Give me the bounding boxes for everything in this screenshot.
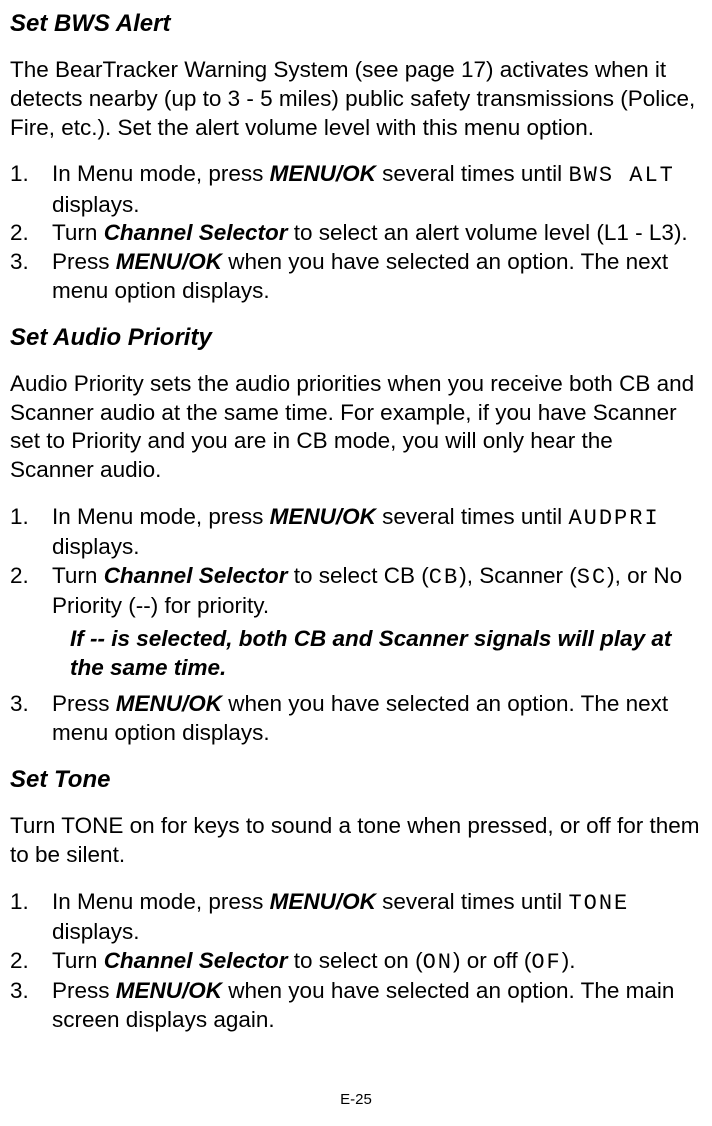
text: Press xyxy=(52,691,116,716)
step-item: 2. Turn Channel Selector to select CB (C… xyxy=(10,562,702,621)
text: to select on ( xyxy=(288,948,423,973)
steps-set-tone: 1. In Menu mode, press MENU/OK several t… xyxy=(10,888,702,1035)
step-item: 1. In Menu mode, press MENU/OK several t… xyxy=(10,503,702,562)
text: several times until xyxy=(376,504,569,529)
text: several times until xyxy=(376,889,569,914)
step-number: 3. xyxy=(10,690,52,748)
step-body: Press MENU/OK when you have selected an … xyxy=(52,690,702,748)
step-body: Turn Channel Selector to select on (ON) … xyxy=(52,947,702,977)
text: In Menu mode, press xyxy=(52,161,270,186)
step-item: 3. Press MENU/OK when you have selected … xyxy=(10,977,702,1035)
heading-set-tone: Set Tone xyxy=(10,766,702,794)
intro-bws-alert: The BearTracker Warning System (see page… xyxy=(10,56,702,142)
step-number: 1. xyxy=(10,160,52,219)
menu-ok-label: MENU/OK xyxy=(116,249,222,274)
menu-ok-label: MENU/OK xyxy=(116,978,222,1003)
menu-ok-label: MENU/OK xyxy=(270,889,376,914)
text: In Menu mode, press xyxy=(52,889,270,914)
lcd-text: BWS ALT xyxy=(568,163,674,188)
channel-selector-label: Channel Selector xyxy=(104,220,288,245)
step-item: 2. Turn Channel Selector to select on (O… xyxy=(10,947,702,977)
note-audio-priority: If -- is selected, both CB and Scanner s… xyxy=(70,625,702,683)
step-item: 3. Press MENU/OK when you have selected … xyxy=(10,690,702,748)
step-number: 2. xyxy=(10,947,52,977)
step-item: 1. In Menu mode, press MENU/OK several t… xyxy=(10,160,702,219)
page: Set BWS Alert The BearTracker Warning Sy… xyxy=(0,0,712,1126)
step-number: 1. xyxy=(10,503,52,562)
step-body: In Menu mode, press MENU/OK several time… xyxy=(52,503,702,562)
text: several times until xyxy=(376,161,569,186)
lcd-text: OF xyxy=(531,950,561,975)
step-number: 1. xyxy=(10,888,52,947)
step-item: 3. Press MENU/OK when you have selected … xyxy=(10,248,702,306)
text: Press xyxy=(52,249,116,274)
channel-selector-label: Channel Selector xyxy=(104,948,288,973)
text: displays. xyxy=(52,919,140,944)
text: Turn xyxy=(52,563,104,588)
lcd-text: CB xyxy=(429,565,459,590)
step-body: Press MENU/OK when you have selected an … xyxy=(52,977,702,1035)
step-body: In Menu mode, press MENU/OK several time… xyxy=(52,888,702,947)
text: Turn xyxy=(52,220,104,245)
text: displays. xyxy=(52,534,140,559)
step-item: 2. Turn Channel Selector to select an al… xyxy=(10,219,702,248)
intro-set-tone: Turn TONE on for keys to sound a tone wh… xyxy=(10,812,702,870)
steps-audio-priority-cont: 3. Press MENU/OK when you have selected … xyxy=(10,690,702,748)
step-body: Press MENU/OK when you have selected an … xyxy=(52,248,702,306)
step-body: Turn Channel Selector to select an alert… xyxy=(52,219,702,248)
steps-bws-alert: 1. In Menu mode, press MENU/OK several t… xyxy=(10,160,702,305)
text: displays. xyxy=(52,192,140,217)
page-number: E-25 xyxy=(0,1091,712,1108)
heading-bws-alert: Set BWS Alert xyxy=(10,10,702,38)
step-number: 2. xyxy=(10,219,52,248)
step-body: In Menu mode, press MENU/OK several time… xyxy=(52,160,702,219)
channel-selector-label: Channel Selector xyxy=(104,563,288,588)
text: Turn xyxy=(52,948,104,973)
step-number: 2. xyxy=(10,562,52,621)
text: ), Scanner ( xyxy=(459,563,577,588)
step-item: 1. In Menu mode, press MENU/OK several t… xyxy=(10,888,702,947)
step-number: 3. xyxy=(10,248,52,306)
intro-audio-priority: Audio Priority sets the audio priorities… xyxy=(10,370,702,485)
lcd-text: TONE xyxy=(568,891,629,916)
step-body: Turn Channel Selector to select CB (CB),… xyxy=(52,562,702,621)
lcd-text: AUDPRI xyxy=(568,506,659,531)
text: ). xyxy=(562,948,576,973)
step-number: 3. xyxy=(10,977,52,1035)
menu-ok-label: MENU/OK xyxy=(116,691,222,716)
text: to select CB ( xyxy=(288,563,429,588)
lcd-text: SC xyxy=(577,565,607,590)
menu-ok-label: MENU/OK xyxy=(270,504,376,529)
text: In Menu mode, press xyxy=(52,504,270,529)
text: ) or off ( xyxy=(453,948,531,973)
menu-ok-label: MENU/OK xyxy=(270,161,376,186)
text: to select an alert volume level (L1 - L3… xyxy=(288,220,688,245)
text: Press xyxy=(52,978,116,1003)
lcd-text: ON xyxy=(423,950,453,975)
steps-audio-priority: 1. In Menu mode, press MENU/OK several t… xyxy=(10,503,702,621)
heading-audio-priority: Set Audio Priority xyxy=(10,324,702,352)
